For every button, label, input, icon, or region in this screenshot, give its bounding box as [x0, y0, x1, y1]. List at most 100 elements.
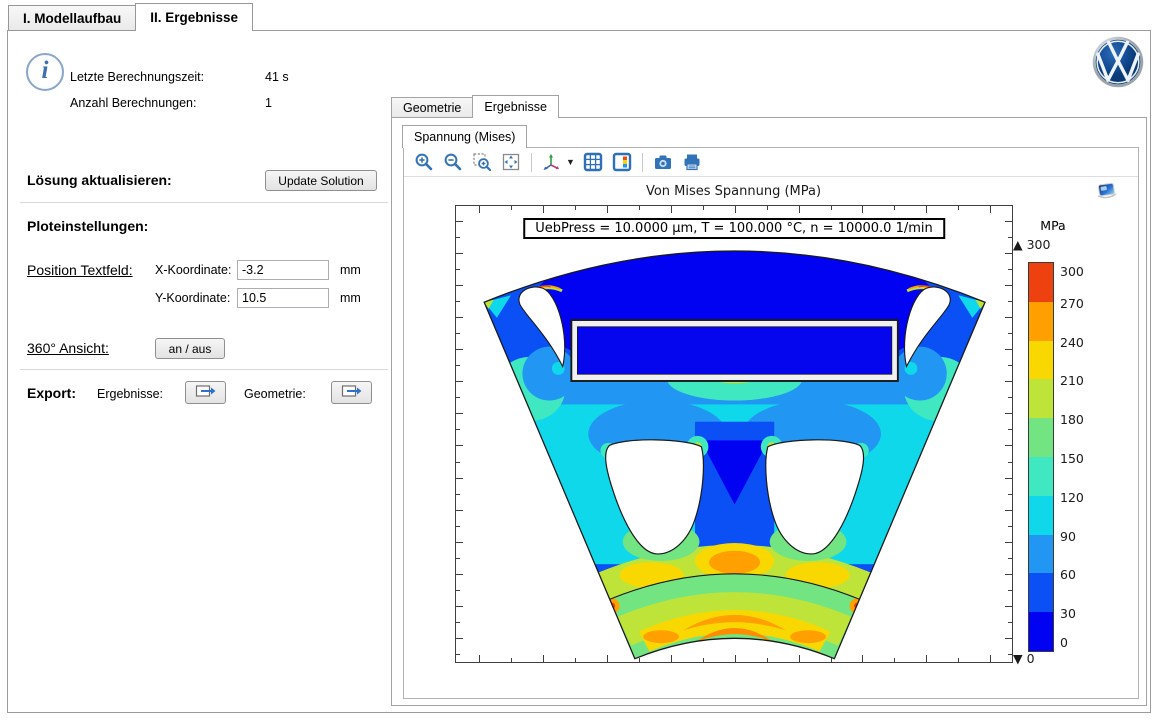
tick-mark	[990, 206, 991, 213]
tick-mark	[1005, 221, 1012, 222]
tab-ergebnisse-plot[interactable]: Ergebnisse	[472, 95, 559, 118]
y-coordinate-input[interactable]	[237, 288, 329, 308]
tick-mark	[990, 655, 991, 662]
tick-mark	[831, 658, 832, 662]
colorbar-labels: 0306090120150180210240270300	[1060, 262, 1100, 650]
zoom-window-icon[interactable]	[471, 151, 493, 173]
tick-mark	[1005, 606, 1012, 607]
tick-mark	[1005, 510, 1012, 511]
tick-mark	[456, 365, 460, 366]
colorbar-tick-label: 300	[1060, 264, 1084, 279]
colorbar-tick-label: 30	[1060, 606, 1076, 621]
tick-mark	[1008, 622, 1012, 623]
graphics-brand-icon	[1096, 181, 1118, 204]
update-solution-button[interactable]: Update Solution	[265, 170, 377, 191]
tick-mark	[1005, 478, 1012, 479]
colorbar-min-marker: ▼ 0	[1013, 651, 1035, 666]
tick-mark	[1005, 381, 1012, 382]
colorbar-segment	[1029, 457, 1053, 496]
tick-mark	[862, 206, 863, 213]
colorbar-segment	[1029, 341, 1053, 380]
tick-mark	[1005, 285, 1012, 286]
tick-mark	[735, 206, 736, 213]
tick-mark	[456, 654, 460, 655]
tick-mark	[1008, 301, 1012, 302]
info-icon: i	[26, 53, 64, 91]
tick-mark	[1008, 397, 1012, 398]
print-icon[interactable]	[681, 151, 703, 173]
tick-mark	[607, 655, 608, 662]
tick-mark	[894, 658, 895, 662]
tick-mark	[456, 237, 460, 238]
tick-mark	[1005, 317, 1012, 318]
colorbar-tick-label: 120	[1060, 490, 1084, 505]
color-legend-toggle-icon[interactable]	[611, 151, 633, 173]
tick-mark	[831, 206, 832, 210]
zoom-out-icon[interactable]	[442, 151, 464, 173]
graphics-toolbar: ▼	[404, 148, 1138, 177]
tick-mark	[1008, 558, 1012, 559]
tick-mark	[456, 413, 463, 414]
view-360-toggle-button[interactable]: an / aus	[155, 338, 225, 359]
tick-mark	[456, 622, 460, 623]
tick-mark	[958, 206, 959, 210]
plot-tab-bar: Spannung (Mises)	[403, 125, 527, 148]
tick-mark	[735, 655, 736, 662]
tick-mark	[543, 655, 544, 662]
tick-mark	[456, 478, 463, 479]
colorbar-tick-label: 180	[1060, 412, 1084, 427]
colorbar-tick-label: 240	[1060, 335, 1084, 350]
tick-mark	[1008, 237, 1012, 238]
tick-mark	[1008, 590, 1012, 591]
zoom-extents-icon[interactable]	[500, 151, 522, 173]
tick-mark	[456, 221, 463, 222]
export-geometry-button[interactable]	[331, 381, 372, 404]
export-results-label: Ergebnisse:	[97, 387, 163, 401]
tick-mark	[1008, 462, 1012, 463]
y-coordinate-unit: mm	[340, 291, 361, 305]
toolbar-separator	[642, 153, 643, 172]
tick-mark	[456, 558, 460, 559]
tick-mark	[799, 655, 800, 662]
export-results-button[interactable]	[185, 381, 226, 404]
colorbar-segment	[1029, 496, 1053, 535]
tick-mark	[456, 285, 463, 286]
tick-mark	[456, 574, 463, 575]
app-tab-bar: I. Modellaufbau II. Ergebnisse	[8, 3, 253, 31]
tick-mark	[456, 253, 463, 254]
tick-mark	[456, 638, 463, 639]
grid-toggle-icon[interactable]	[582, 151, 604, 173]
tick-mark	[1005, 574, 1012, 575]
colorbar-max-marker: ▲ 300	[1013, 237, 1050, 252]
colorbar	[1028, 262, 1054, 652]
tick-mark	[703, 206, 704, 210]
tab-spannung-mises[interactable]: Spannung (Mises)	[402, 125, 527, 148]
colorbar-tick-label: 210	[1060, 373, 1084, 388]
tick-mark	[607, 206, 608, 213]
tick-mark	[1005, 349, 1012, 350]
view-360-label: 360° Ansicht:	[27, 340, 109, 356]
tick-mark	[1005, 638, 1012, 639]
tick-mark	[456, 397, 460, 398]
tick-mark	[1005, 445, 1012, 446]
tab-modellaufbau[interactable]: I. Modellaufbau	[8, 5, 136, 31]
colorbar-tick-label: 90	[1060, 529, 1076, 544]
tick-mark	[767, 206, 768, 210]
tick-mark	[511, 658, 512, 662]
up-triangle-icon: ▲	[1013, 237, 1023, 252]
x-coordinate-input[interactable]	[237, 260, 329, 280]
colorbar-tick-label: 150	[1060, 451, 1084, 466]
tick-mark	[456, 445, 463, 446]
tab-geometrie[interactable]: Geometrie	[391, 97, 473, 118]
update-section-label: Lösung aktualisieren:	[27, 172, 172, 188]
tick-mark	[456, 590, 460, 591]
view-orientation-icon[interactable]	[541, 151, 563, 173]
snapshot-camera-icon[interactable]	[652, 151, 674, 173]
chevron-down-icon[interactable]: ▼	[566, 157, 575, 167]
tab-ergebnisse[interactable]: II. Ergebnisse	[135, 3, 253, 31]
tick-mark	[456, 606, 463, 607]
plot-frame[interactable]: UebPress = 10.0000 μm, T = 100.000 °C, n…	[455, 205, 1013, 663]
x-coordinate-label: X-Koordinate:	[155, 263, 231, 277]
zoom-in-icon[interactable]	[413, 151, 435, 173]
tick-mark	[456, 526, 460, 527]
